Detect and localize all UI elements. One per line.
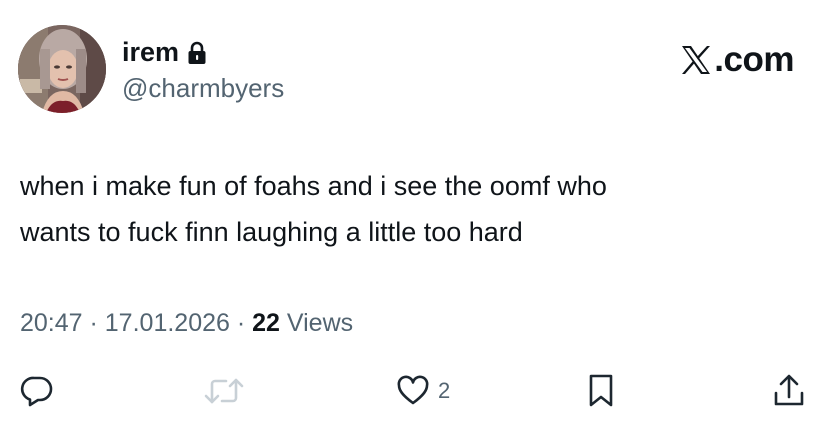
action-bar: 2 [0,367,828,415]
tweet-date[interactable]: 17.01.2026 [105,309,230,337]
tweet-meta: 20:47 · 17.01.2026 · 22 Views [20,306,353,340]
display-name[interactable]: irem [122,36,179,68]
tweet-time[interactable]: 20:47 [20,309,83,337]
views-label: Views [279,309,354,337]
like-button[interactable]: 2 [396,367,450,415]
retweet-button[interactable] [204,367,244,415]
brand-watermark: .com [680,40,794,80]
retweet-icon [204,378,244,404]
x-logo-icon [680,44,712,76]
tweet-text-line-2: wants to fuck finn laughing a little too… [20,217,523,247]
user-handle[interactable]: @charmbyers [122,72,284,104]
bookmark-icon [589,374,613,407]
meta-separator: · [82,309,105,337]
meta-separator: · [229,309,253,337]
reply-icon [20,376,53,407]
views-count: 22 [252,309,280,337]
avatar[interactable] [18,25,106,113]
heart-icon [397,375,429,405]
share-icon [774,374,804,406]
name-row: irem [122,36,207,68]
brand-domain-text: .com [714,40,794,79]
tweet-card: irem @charmbyers .com when i make fun of… [0,0,828,435]
bookmark-button[interactable] [587,367,615,415]
tweet-text-line-1: when i make fun of foahs and i see the o… [20,171,607,201]
reply-button[interactable] [20,367,54,415]
tweet-text: when i make fun of foahs and i see the o… [20,163,800,255]
avatar-image [18,25,106,113]
share-button[interactable] [772,367,806,415]
like-count: 2 [438,378,451,403]
lock-icon [187,41,207,65]
